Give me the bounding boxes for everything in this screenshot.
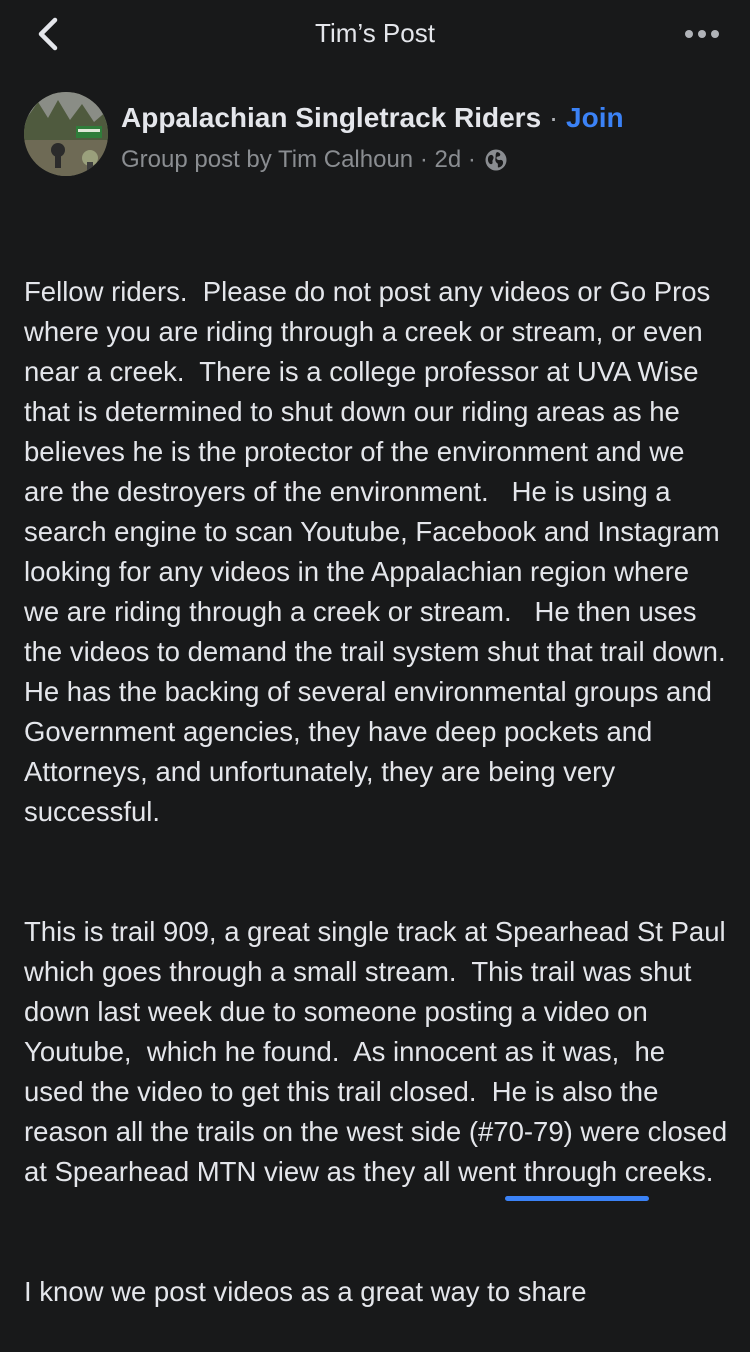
more-horizontal-icon <box>685 30 719 38</box>
post-body: Fellow riders. Please do not post any vi… <box>24 192 728 1352</box>
post-meta-text: Group post by Tim Calhoun · 2d · <box>121 146 476 173</box>
group-title-line: Appalachian Singletrack Riders · Join <box>121 102 624 134</box>
separator-dot: · <box>541 102 567 133</box>
post-header: Appalachian Singletrack Riders · Join Gr… <box>24 90 726 176</box>
page-title: Tim’s Post <box>315 18 435 48</box>
post-meta: Group post by Tim Calhoun · 2d · <box>121 146 508 174</box>
more-options-button[interactable] <box>682 18 722 50</box>
post-paragraph: I know we post videos as a great way to … <box>24 1276 587 1307</box>
group-name-link[interactable]: Appalachian Singletrack Riders <box>121 102 541 133</box>
top-bar: Tim’s Post <box>0 0 750 72</box>
globe-icon <box>484 148 508 172</box>
join-button[interactable]: Join <box>566 102 624 133</box>
home-indicator <box>505 1196 649 1201</box>
post-paragraph: This is trail 909, a great single track … <box>24 916 735 1187</box>
post-paragraph: Fellow riders. Please do not post any vi… <box>24 276 741 827</box>
group-avatar-image <box>24 92 108 176</box>
group-avatar[interactable] <box>24 92 108 176</box>
